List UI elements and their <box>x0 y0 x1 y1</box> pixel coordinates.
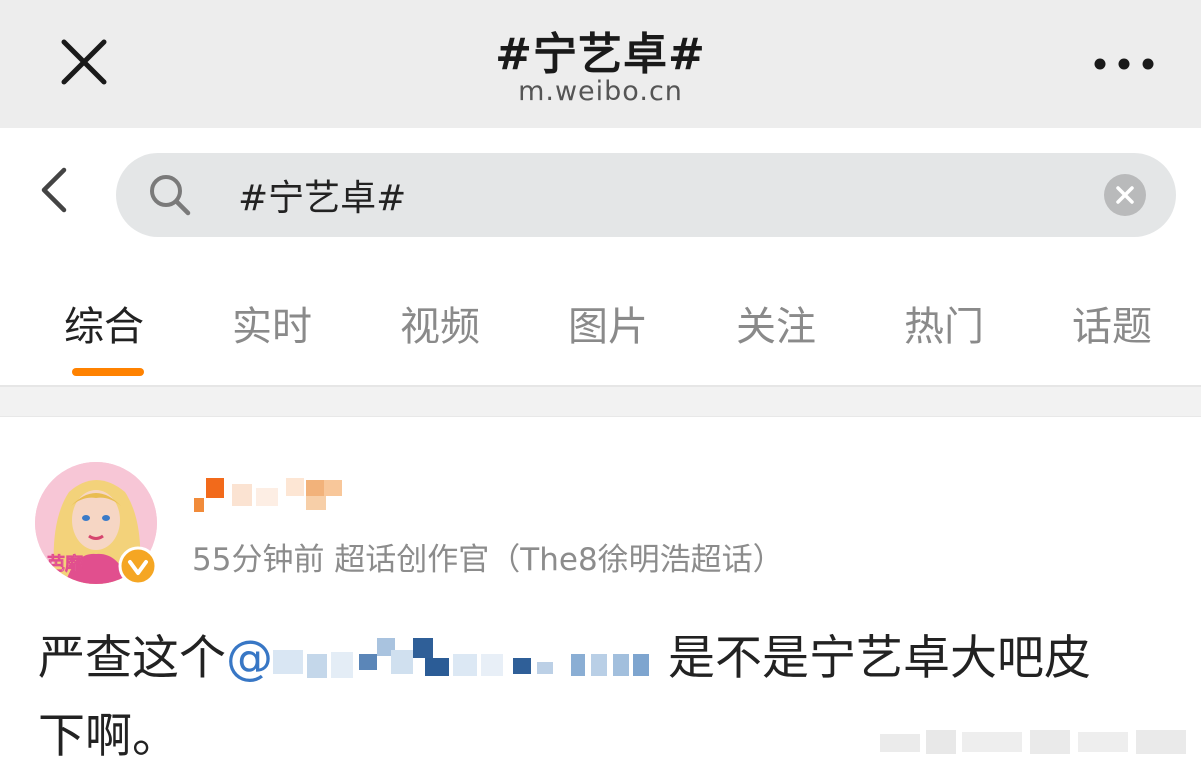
tab-realtime[interactable]: 实时 <box>232 294 312 352</box>
username-redacted[interactable] <box>192 470 352 520</box>
tab-following[interactable]: 关注 <box>736 294 816 352</box>
post-text-before: 严查这个 <box>38 631 226 686</box>
tab-images[interactable]: 图片 <box>568 294 648 352</box>
search-bar[interactable] <box>116 153 1176 237</box>
search-tabs: 综合 实时 视频 图片 关注 热门 话题 <box>0 282 1201 382</box>
post-text-after: 是不是宁艺卓大吧皮 <box>653 631 1091 686</box>
mention-at: @ <box>226 631 273 686</box>
watermark <box>880 722 1190 762</box>
page-title: #宁艺卓# <box>495 29 706 80</box>
clear-icon[interactable] <box>1103 173 1147 217</box>
search-input[interactable] <box>238 165 1078 225</box>
mention-redacted <box>273 637 649 678</box>
search-icon <box>146 171 194 219</box>
section-divider <box>0 385 1201 417</box>
post-text-line2: 下啊。 <box>38 709 179 764</box>
back-icon[interactable] <box>30 160 80 220</box>
tab-video[interactable]: 视频 <box>400 294 480 352</box>
browser-titlebar: #宁艺卓# m.weibo.cn <box>0 0 1201 128</box>
more-icon[interactable] <box>1088 44 1160 84</box>
tab-comprehensive[interactable]: 综合 <box>64 294 144 352</box>
mention-link[interactable]: @ <box>226 631 653 686</box>
tab-topics[interactable]: 话题 <box>1072 294 1152 352</box>
tab-hot[interactable]: 热门 <box>904 294 984 352</box>
active-tab-indicator <box>72 368 144 376</box>
page-url: m.weibo.cn <box>518 76 683 107</box>
verified-icon <box>118 546 158 586</box>
post-meta: 55分钟前 超话创作官（The8徐明浩超话） <box>192 542 784 578</box>
svg-text:芭摩: 芭摩 <box>47 553 83 575</box>
